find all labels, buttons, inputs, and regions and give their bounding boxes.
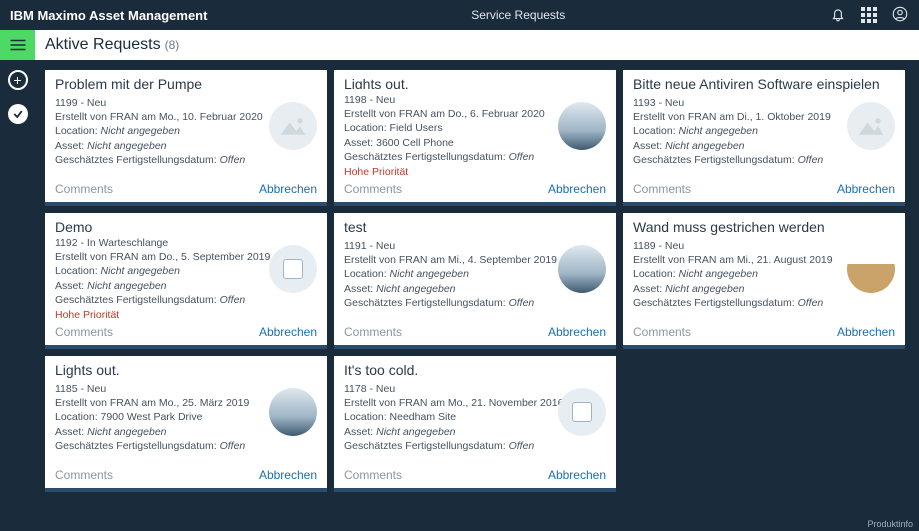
card-thumbnail: [558, 388, 606, 436]
app-title: IBM Maximo Asset Management: [10, 8, 207, 23]
cancel-link[interactable]: Abbrechen: [259, 325, 317, 339]
card-footer: Comments Abbrechen: [344, 464, 606, 488]
card-thumbnail: [847, 245, 895, 293]
request-card[interactable]: Wand muss gestrichen werden1189 - NeuErs…: [623, 213, 905, 349]
card-estdate: Geschätztes Fertigstellungsdatum: Offen: [633, 153, 895, 167]
card-title: It's too cold.: [344, 362, 606, 378]
card-id-status: 1192 - In Warteschlange: [55, 236, 317, 250]
card-title: Lights out.: [344, 76, 606, 89]
workspace: + Problem mit der Pumpe1199 - NeuErstell…: [0, 60, 919, 531]
cancel-link[interactable]: Abbrechen: [837, 182, 895, 196]
card-thumbnail: [558, 245, 606, 293]
card-footer: Comments Abbrechen: [633, 178, 895, 202]
card-estdate: Geschätztes Fertigstellungsdatum: Offen: [344, 150, 606, 164]
card-priority: Hohe Priorität: [55, 309, 317, 321]
card-estdate: Geschätztes Fertigstellungsdatum: Offen: [55, 293, 317, 307]
page-title: Service Requests: [207, 8, 829, 22]
user-icon[interactable]: [891, 5, 909, 26]
request-card[interactable]: Bitte neue Antiviren Software einspielen…: [623, 70, 905, 206]
card-estdate: Geschätztes Fertigstellungsdatum: Offen: [344, 439, 606, 453]
request-card[interactable]: Lights out.1198 - NeuErstellt von FRAN a…: [334, 70, 616, 206]
card-estdate: Geschätztes Fertigstellungsdatum: Offen: [633, 296, 895, 310]
apps-icon[interactable]: [861, 7, 877, 23]
card-footer: Comments Abbrechen: [55, 464, 317, 488]
comments-link[interactable]: Comments: [55, 182, 113, 196]
topbar-icons: [829, 5, 909, 26]
card-title: Demo: [55, 219, 317, 232]
sidebar: +: [0, 60, 35, 531]
comments-link[interactable]: Comments: [55, 468, 113, 482]
check-button[interactable]: [8, 104, 28, 124]
card-title: test: [344, 219, 606, 235]
heading: Aktive Requests (8): [35, 30, 919, 60]
heading-text: Aktive Requests: [45, 36, 161, 54]
card-priority: Hohe Priorität: [344, 166, 606, 178]
card-estdate: Geschätztes Fertigstellungsdatum: Offen: [344, 296, 606, 310]
card-footer: Comments Abbrechen: [633, 321, 895, 345]
card-title: Wand muss gestrichen werden: [633, 219, 895, 235]
card-thumbnail: [269, 102, 317, 150]
comments-link[interactable]: Comments: [55, 325, 113, 339]
request-card[interactable]: Demo1192 - In WarteschlangeErstellt von …: [45, 213, 327, 349]
card-thumbnail: [269, 388, 317, 436]
request-card[interactable]: It's too cold.1178 - NeuErstellt von FRA…: [334, 356, 616, 492]
request-card[interactable]: test1191 - NeuErstellt von FRAN am Mi., …: [334, 213, 616, 349]
comments-link[interactable]: Comments: [633, 182, 691, 196]
heading-count: (8): [165, 38, 180, 52]
topbar: IBM Maximo Asset Management Service Requ…: [0, 0, 919, 30]
card-id-status: 1198 - Neu: [344, 93, 606, 107]
cancel-link[interactable]: Abbrechen: [259, 468, 317, 482]
bell-icon[interactable]: [829, 5, 847, 26]
card-estdate: Geschätztes Fertigstellungsdatum: Offen: [55, 439, 317, 453]
menu-button[interactable]: [0, 30, 35, 60]
card-footer: Comments Abbrechen: [55, 178, 317, 202]
card-estdate: Geschätztes Fertigstellungsdatum: Offen: [55, 153, 317, 167]
card-thumbnail: [269, 245, 317, 293]
cancel-link[interactable]: Abbrechen: [259, 182, 317, 196]
card-title: Lights out.: [55, 362, 317, 378]
comments-link[interactable]: Comments: [344, 182, 402, 196]
cancel-link[interactable]: Abbrechen: [837, 325, 895, 339]
cancel-link[interactable]: Abbrechen: [548, 325, 606, 339]
request-card[interactable]: Problem mit der Pumpe1199 - NeuErstellt …: [45, 70, 327, 206]
subbar: Aktive Requests (8): [0, 30, 919, 60]
comments-link[interactable]: Comments: [344, 468, 402, 482]
card-thumbnail: [558, 102, 606, 150]
cancel-link[interactable]: Abbrechen: [548, 182, 606, 196]
comments-link[interactable]: Comments: [633, 325, 691, 339]
comments-link[interactable]: Comments: [344, 325, 402, 339]
cards-grid: Problem mit der Pumpe1199 - NeuErstellt …: [35, 60, 919, 531]
product-info-link[interactable]: Produktinfo: [867, 519, 913, 529]
cancel-link[interactable]: Abbrechen: [548, 468, 606, 482]
card-title: Problem mit der Pumpe: [55, 76, 317, 92]
card-footer: Comments Abbrechen: [344, 321, 606, 345]
card-thumbnail: [847, 102, 895, 150]
request-card[interactable]: Lights out.1185 - NeuErstellt von FRAN a…: [45, 356, 327, 492]
add-button[interactable]: +: [8, 70, 28, 90]
card-title: Bitte neue Antiviren Software einspielen: [633, 76, 895, 92]
card-footer: Comments Abbrechen: [344, 178, 606, 202]
card-footer: Comments Abbrechen: [55, 321, 317, 345]
